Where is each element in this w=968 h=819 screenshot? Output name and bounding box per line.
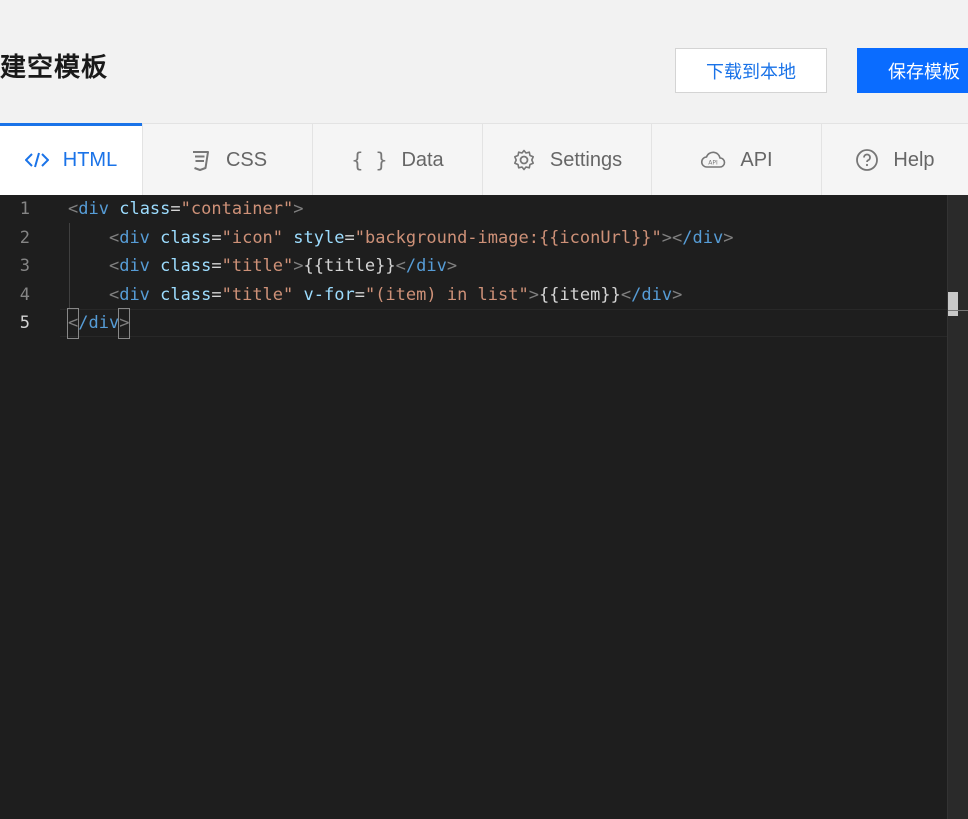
line-number: 4 xyxy=(19,284,30,305)
code-editor[interactable]: 1 2 3 4 5 <div class="container"> <div c… xyxy=(0,195,968,819)
tab-settings[interactable]: Settings xyxy=(483,124,652,196)
page-title: 建空模板 xyxy=(0,53,109,83)
line-number: 3 xyxy=(19,256,30,276)
line-number: 2 xyxy=(19,227,30,248)
line-number: 5 xyxy=(19,313,30,333)
scrollbar-cursor-marker xyxy=(948,310,968,311)
tab-label: CSS xyxy=(225,148,268,171)
svg-text:API: API xyxy=(709,160,719,167)
page-header: 建空模板 下载到本地 保存模板 xyxy=(0,0,968,123)
braces-icon: { } xyxy=(351,148,388,172)
tab-help[interactable]: Help xyxy=(822,124,968,196)
tab-label: Settings xyxy=(549,148,623,171)
help-circle-icon xyxy=(855,148,879,172)
scrollbar-thumb[interactable] xyxy=(948,292,958,316)
gear-icon xyxy=(512,148,536,172)
current-line-highlight xyxy=(60,309,948,337)
download-button[interactable]: 下载到本地 xyxy=(675,48,827,93)
editor-tabs: HTML CSS { } Data Settings API API Help xyxy=(0,123,968,196)
tab-label: Data xyxy=(401,148,444,171)
tab-api[interactable]: API API xyxy=(652,124,822,196)
tab-css[interactable]: CSS xyxy=(143,124,313,196)
tab-label: API xyxy=(740,148,773,171)
code-line[interactable]: <div class="title">{{title}}</div> xyxy=(68,252,457,281)
code-line[interactable]: <div class="title" v-for="(item) in list… xyxy=(68,281,682,310)
line-number: 1 xyxy=(19,199,30,219)
save-template-button[interactable]: 保存模板 xyxy=(857,48,968,93)
tab-html[interactable]: HTML xyxy=(0,123,143,196)
tab-label: HTML xyxy=(62,148,118,171)
api-cloud-icon: API xyxy=(700,149,726,171)
tab-label: Help xyxy=(893,148,935,171)
code-line[interactable]: </div> xyxy=(66,308,131,339)
css3-icon xyxy=(188,148,212,172)
code-line[interactable]: <div class="icon" style="background-imag… xyxy=(68,224,734,253)
line-number-gutter: 1 2 3 4 5 xyxy=(0,195,60,819)
tab-data[interactable]: { } Data xyxy=(313,124,483,196)
code-line[interactable]: <div class="container"> xyxy=(68,195,304,224)
vertical-scrollbar[interactable] xyxy=(947,195,968,819)
code-icon xyxy=(24,151,49,169)
